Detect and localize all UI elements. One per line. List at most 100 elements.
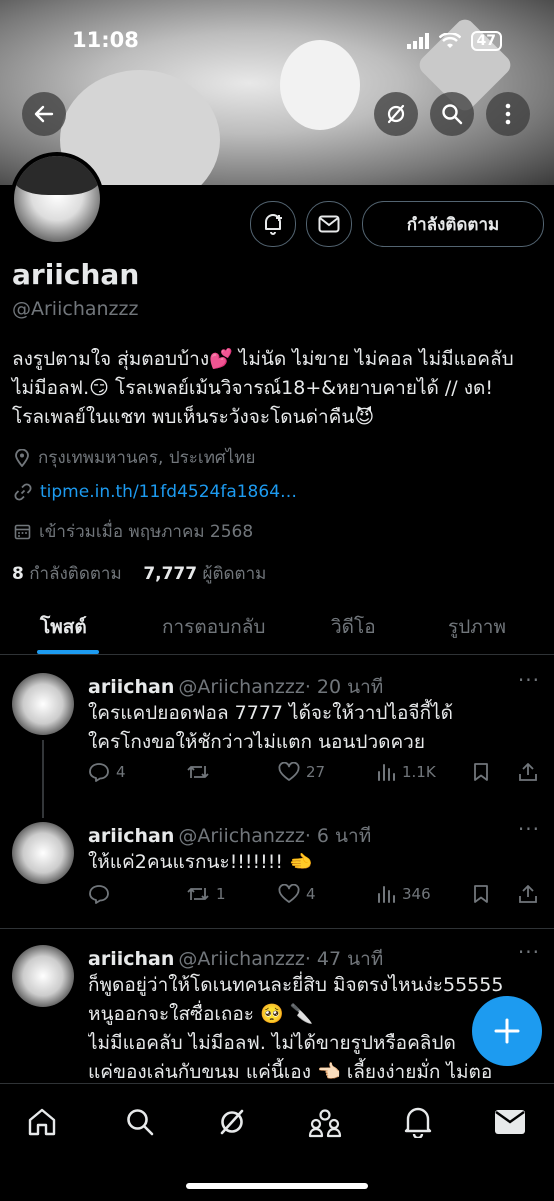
view-count: 1.1K [402, 763, 436, 781]
reply-button[interactable]: 4 [88, 762, 126, 782]
communities-icon [308, 1109, 342, 1138]
tab-videos[interactable]: วิดีโอ [331, 612, 376, 642]
views-button[interactable]: 346 [376, 884, 431, 904]
plus-icon [494, 1018, 520, 1044]
post-more-button[interactable]: ··· [518, 817, 540, 841]
profile-avatar[interactable] [10, 152, 104, 246]
post-author-handle[interactable]: @Ariichanzzz [178, 948, 304, 970]
post-time: · 6 นาที [304, 825, 372, 847]
post-header: ariichan @Ariichanzzz· 6 นาที [88, 821, 371, 851]
repost-button[interactable] [186, 762, 216, 782]
profile-bio: ลงรูปตามใจ สุ่มตอบบ้าง💕 ไม่นัด ไม่ขาย ไม… [12, 345, 542, 432]
post-avatar[interactable] [12, 945, 74, 1007]
post-author-name[interactable]: ariichan [88, 676, 174, 698]
share-button[interactable] [518, 884, 538, 904]
post-author-handle[interactable]: @Ariichanzzz [178, 676, 304, 698]
post-more-button[interactable]: ··· [518, 940, 540, 964]
view-count: 346 [402, 885, 431, 903]
more-options-button[interactable] [486, 92, 530, 136]
bookmark-button[interactable] [472, 762, 490, 782]
followers-label: ผู้ติดตาม [202, 564, 267, 584]
following-link[interactable]: 8 กำลังติดตาม [12, 564, 122, 584]
following-count: 8 [12, 564, 24, 584]
back-button[interactable] [22, 92, 66, 136]
reply-icon [89, 885, 109, 904]
grok-icon [220, 1109, 244, 1135]
repost-count: 1 [216, 885, 226, 903]
bookmark-icon [474, 885, 488, 903]
link-icon [14, 483, 32, 501]
share-button[interactable] [518, 762, 538, 782]
post-text-line: ใครแคปยอดฟอล 7777 ได้จะให้วาปไอจีกี้ได้ [88, 702, 453, 724]
tab-photos[interactable]: รูปภาพ [448, 612, 506, 642]
location-text: กรุงเทพมหานคร, ประเทศไทย [38, 448, 256, 468]
bookmark-button[interactable] [472, 884, 490, 904]
bio-line: ลงรูปตามใจ สุ่มตอบบ้าง💕 ไม่นัด ไม่ขาย ไม… [12, 348, 514, 370]
status-icons: 47 [406, 31, 502, 51]
profile-handle: @Ariichanzzz [12, 298, 139, 320]
bookmark-icon [474, 763, 488, 781]
heart-icon [278, 762, 300, 781]
post-author-name[interactable]: ariichan [88, 948, 174, 970]
views-button[interactable]: 1.1K [376, 762, 436, 782]
post-separator [0, 928, 554, 929]
status-bar: 11:08 47 [0, 0, 554, 80]
search-button[interactable] [430, 92, 474, 136]
following-button[interactable]: กำลังติดตาม [362, 201, 544, 247]
home-icon [28, 1108, 56, 1136]
post-time: · 47 นาที [304, 948, 384, 970]
post-author-name[interactable]: ariichan [88, 825, 174, 847]
search-icon [442, 104, 463, 125]
repost-icon [187, 766, 209, 778]
share-icon [519, 763, 537, 781]
grok-icon [387, 104, 405, 124]
post-text: ให้แค่2คนแรกนะ!!!!!!! 🫲 [88, 848, 528, 877]
nav-home[interactable] [22, 1102, 62, 1142]
nav-messages[interactable] [490, 1102, 530, 1142]
profile-tabs: โพสต์ การตอบกลับ วิดีโอ รูปภาพ [0, 602, 554, 655]
bell-plus-icon [265, 214, 282, 235]
repost-button[interactable]: 1 [186, 884, 226, 904]
signal-icon [406, 33, 429, 49]
location-pin-icon [15, 448, 29, 467]
post-text: ก็พูดอยู่ว่าให้โดเนทคนละยี่สิบ มิจตรงไหน… [88, 971, 528, 1083]
profile-link[interactable]: tipme.in.th/11fd4524fa1864… [14, 482, 297, 502]
views-icon [378, 764, 395, 781]
following-label: กำลังติดตาม [29, 564, 122, 584]
profile-location: กรุงเทพมหานคร, ประเทศไทย [14, 444, 255, 471]
active-tab-indicator [37, 650, 99, 654]
reply-button[interactable] [88, 884, 116, 904]
post-author-handle[interactable]: @Ariichanzzz [178, 825, 304, 847]
mail-icon [318, 215, 340, 233]
compose-button[interactable] [472, 996, 542, 1066]
like-count: 27 [306, 763, 326, 781]
like-count: 4 [306, 885, 316, 903]
post-more-button[interactable]: ··· [518, 668, 540, 692]
post-text: ใครแคปยอดฟอล 7777 ได้จะให้วาปไอจีกี้ได้ … [88, 699, 528, 757]
grok-button[interactable] [374, 92, 418, 136]
post-actions: 4 27 1.1K [88, 762, 540, 792]
post-header: ariichan @Ariichanzzz· 47 นาที [88, 944, 383, 974]
post-text-line: ไม่มีแอคลับ ไม่มีอลฟ. ไม่ได้ขายรูปหรือคล… [88, 1032, 456, 1054]
search-icon [127, 1109, 154, 1136]
nav-grok[interactable] [212, 1102, 252, 1142]
post-header: ariichan @Ariichanzzz· 20 นาที [88, 672, 383, 702]
notify-button[interactable] [250, 201, 296, 247]
nav-notifications[interactable] [398, 1102, 438, 1142]
share-icon [519, 885, 537, 903]
like-button[interactable]: 4 [278, 884, 316, 904]
tab-replies[interactable]: การตอบกลับ [162, 612, 265, 642]
post-avatar[interactable] [12, 673, 74, 735]
post-text-line: ใครโกงขอให้ชักว่าวไม่แตก นอนปวดควย [88, 731, 425, 753]
nav-communities[interactable] [305, 1102, 345, 1142]
like-button[interactable]: 27 [278, 762, 325, 782]
tab-posts[interactable]: โพสต์ [40, 612, 87, 642]
followers-count: 7,777 [143, 564, 198, 584]
message-button[interactable] [306, 201, 352, 247]
post-avatar[interactable] [12, 822, 74, 884]
link-text[interactable]: tipme.in.th/11fd4524fa1864… [40, 482, 297, 502]
calendar-icon [14, 524, 31, 540]
nav-explore[interactable] [120, 1102, 160, 1142]
followers-link[interactable]: 7,777 ผู้ติดตาม [143, 564, 266, 584]
post-text-line: แค่ของเล่นกับขนม แค่นี้เอง 👈🏻 เลี้ยงง่าย… [88, 1061, 493, 1083]
